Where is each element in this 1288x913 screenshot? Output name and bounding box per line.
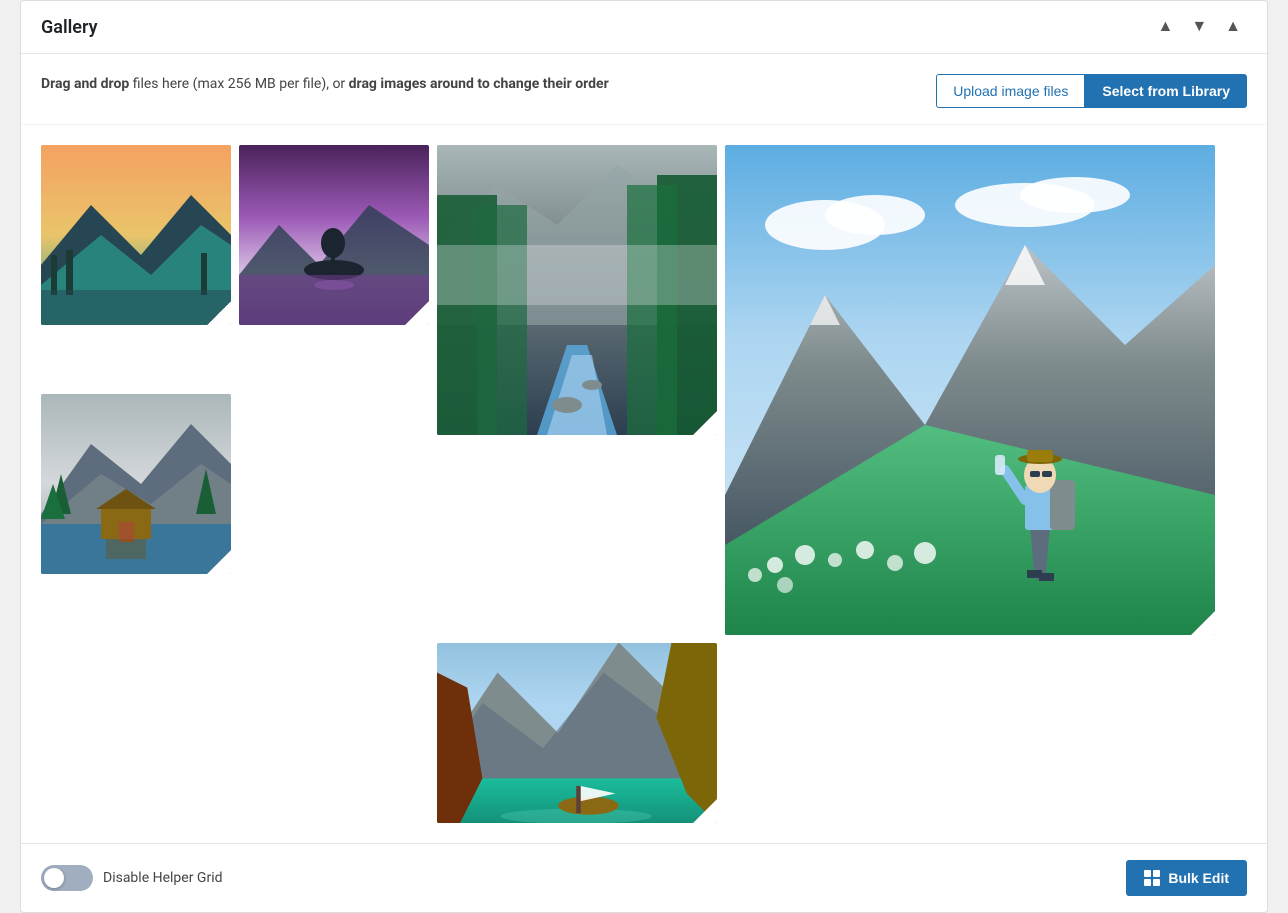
- collapse-up-button[interactable]: ▲: [1151, 15, 1179, 39]
- gallery-panel: Gallery ▲ ▼ ▲ Drag and drop files here (…: [20, 0, 1268, 913]
- panel-title: Gallery: [41, 17, 98, 38]
- toolbar-buttons: Upload image files Select from Library: [936, 74, 1247, 108]
- gallery-image-5[interactable]: [41, 394, 231, 574]
- panel-header: Gallery ▲ ▼ ▲: [21, 1, 1267, 54]
- gallery-image-4[interactable]: [725, 145, 1215, 635]
- toggle-row: Disable Helper Grid: [41, 865, 223, 891]
- gallery-image-1[interactable]: [41, 145, 231, 325]
- gallery-area: [21, 125, 1267, 843]
- bulk-icon-cell-2: [1153, 870, 1160, 877]
- upload-image-files-button[interactable]: Upload image files: [936, 74, 1085, 108]
- gallery-image-3[interactable]: [437, 145, 717, 435]
- gallery-image-6[interactable]: [437, 643, 717, 823]
- disable-helper-grid-toggle[interactable]: [41, 865, 93, 891]
- select-from-library-button[interactable]: Select from Library: [1085, 74, 1247, 108]
- toggle-label-text: Disable Helper Grid: [103, 870, 223, 886]
- toggle-track: [41, 865, 93, 891]
- gallery-grid: [41, 145, 1247, 823]
- panel-footer: Disable Helper Grid Bulk Edit: [21, 843, 1267, 912]
- bulk-edit-icon: [1144, 870, 1160, 886]
- toggle-panel-button[interactable]: ▲: [1219, 15, 1247, 39]
- toolbar: Drag and drop files here (max 256 MB per…: [21, 54, 1267, 125]
- toolbar-description: Drag and drop files here (max 256 MB per…: [41, 74, 609, 95]
- collapse-down-button[interactable]: ▼: [1185, 15, 1213, 39]
- toggle-thumb: [44, 868, 64, 888]
- header-controls: ▲ ▼ ▲: [1151, 15, 1247, 39]
- gallery-image-2[interactable]: [239, 145, 429, 325]
- bulk-icon-cell-1: [1144, 870, 1151, 877]
- bulk-edit-label: Bulk Edit: [1168, 870, 1229, 886]
- bulk-icon-cell-4: [1153, 879, 1160, 886]
- bulk-edit-button[interactable]: Bulk Edit: [1126, 860, 1247, 896]
- bulk-icon-cell-3: [1144, 879, 1151, 886]
